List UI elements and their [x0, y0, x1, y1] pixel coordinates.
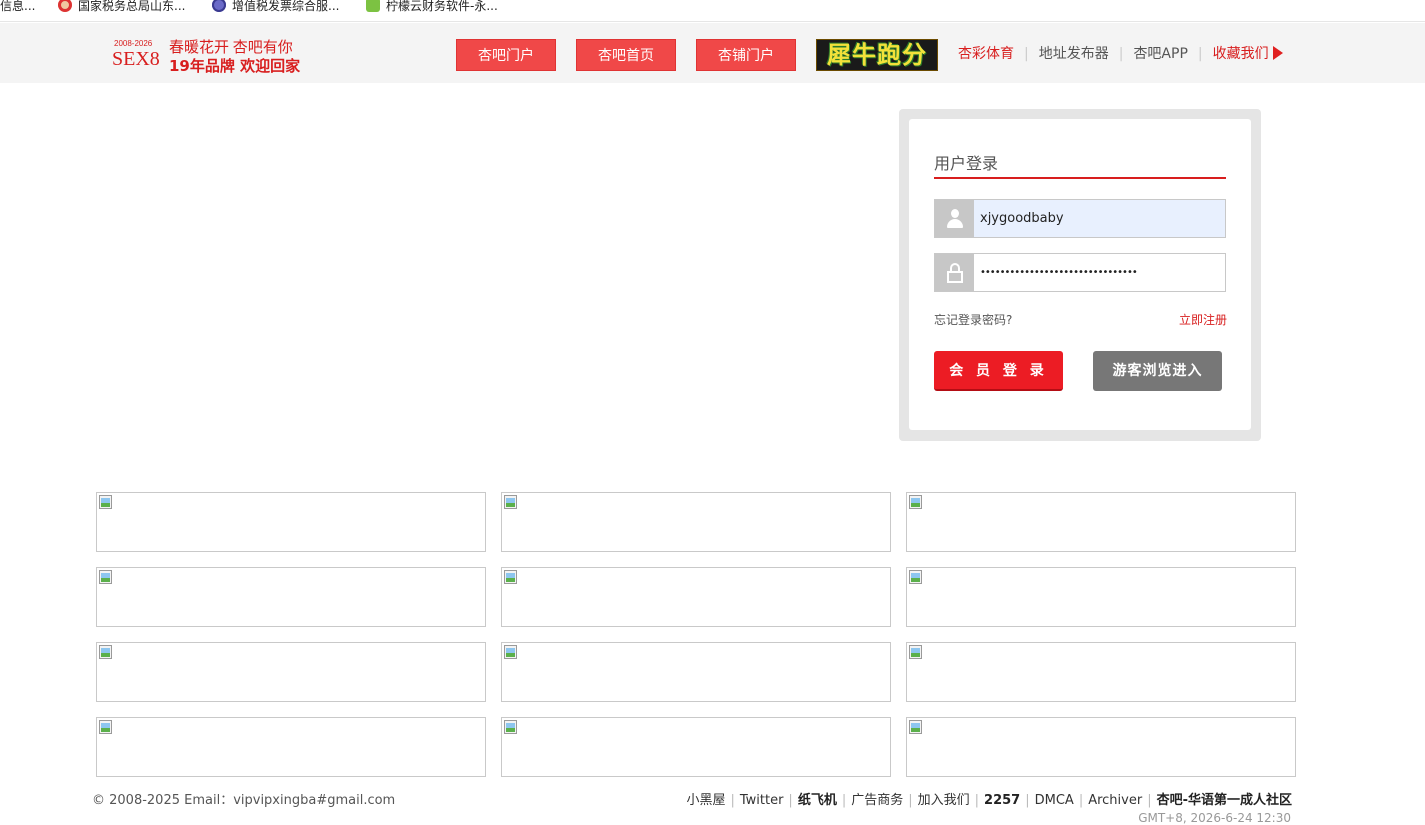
- logo-brand: SEX8: [112, 48, 160, 70]
- broken-image-icon: [503, 644, 519, 660]
- link-address-publisher[interactable]: 地址发布器: [1039, 44, 1109, 64]
- tax-bureau-icon: [58, 0, 72, 12]
- broken-image-icon: [98, 644, 114, 660]
- nav-button-shop-portal[interactable]: 杏铺门户: [696, 39, 796, 71]
- password-mask: ••••••••••••••••••••••••••••••••: [980, 267, 1138, 278]
- guest-browse-button[interactable]: 游客浏览进入: [1093, 351, 1222, 391]
- broken-image-icon: [908, 644, 924, 660]
- footer-time: GMT+8, 2026-6-24 12:30: [1138, 811, 1291, 825]
- bookmark-item[interactable]: 增值税发票综合服...: [212, 0, 339, 20]
- ad-image-slot[interactable]: [96, 642, 486, 702]
- bookmark-item[interactable]: 柠檬云财务软件-永...: [366, 0, 498, 20]
- footer-link[interactable]: 杏吧-华语第一成人社区: [1157, 793, 1292, 808]
- footer-separator: |: [1078, 793, 1084, 808]
- footer-link[interactable]: 2257: [984, 793, 1020, 808]
- footer-link[interactable]: Archiver: [1088, 793, 1142, 808]
- site-logo[interactable]: 2008-2026 SEX8 春暖花开 杏吧有你 19年品牌 欢迎回家: [112, 35, 300, 75]
- password-input[interactable]: ••••••••••••••••••••••••••••••••: [974, 254, 1225, 291]
- ad-image-slot[interactable]: [501, 717, 891, 777]
- footer-separator: |: [908, 793, 913, 808]
- broken-image-icon: [908, 719, 924, 735]
- footer-copyright: © 2008-2025 Email：vipvipxingba#gmail.com: [92, 793, 396, 808]
- bookmark-item[interactable]: 国家税务总局山东...: [58, 0, 185, 20]
- arrow-right-icon: [1272, 46, 1283, 60]
- password-field: ••••••••••••••••••••••••••••••••: [934, 253, 1226, 292]
- logo-slogan-1: 春暖花开 杏吧有你: [169, 40, 293, 56]
- ad-image-slot[interactable]: [906, 642, 1296, 702]
- bookmark-label: 柠檬云财务软件-永...: [386, 0, 498, 13]
- footer-link[interactable]: Twitter: [740, 793, 784, 808]
- login-panel: 用户登录 •••••••••••••••••••••••••••••••• 忘记…: [899, 109, 1261, 441]
- footer-separator: |: [730, 793, 735, 808]
- footer-separator: |: [841, 793, 847, 808]
- footer-separator: |: [974, 793, 980, 808]
- lock-icon-cell: [935, 254, 974, 291]
- bookmark-label: 增值税发票综合服...: [232, 0, 340, 13]
- ad-image-slot[interactable]: [906, 717, 1296, 777]
- footer-link[interactable]: 纸飞机: [798, 793, 837, 808]
- footer-link[interactable]: 广告商务: [851, 793, 903, 808]
- username-input[interactable]: [974, 200, 1225, 237]
- member-login-button[interactable]: 会 员 登 录: [934, 351, 1063, 391]
- footer-links: 小黑屋 | Twitter | 纸飞机 | 广告商务 | 加入我们 | 2257 | DMCA | Arch…: [686, 789, 1292, 808]
- link-separator: |: [1118, 46, 1124, 62]
- forgot-password-link[interactable]: 忘记登录密码?: [934, 311, 1012, 328]
- bookmark-label: 信息...: [0, 0, 36, 13]
- ad-image-slot[interactable]: [501, 492, 891, 552]
- ad-image-slot[interactable]: [501, 642, 891, 702]
- login-title-underline: [934, 177, 1226, 179]
- user-icon: [946, 208, 964, 230]
- bookmark-us-label: 收藏我们: [1212, 46, 1269, 62]
- user-icon-cell: [935, 200, 974, 237]
- bookmarks-bar: 信息... 国家税务总局山东... 增值税发票综合服... 柠檬云财务软件-永.…: [0, 0, 1425, 22]
- bookmark-label: 国家税务总局山东...: [78, 0, 186, 13]
- link-separator: |: [1024, 46, 1029, 62]
- footer-separator: |: [788, 793, 793, 808]
- lemon-cloud-icon: [366, 0, 380, 12]
- broken-image-icon: [98, 719, 114, 735]
- broken-image-icon: [98, 494, 114, 510]
- ad-image-slot[interactable]: [96, 492, 486, 552]
- bookmark-item[interactable]: 信息...: [0, 0, 35, 20]
- login-box: 用户登录 •••••••••••••••••••••••••••••••• 忘记…: [909, 119, 1251, 430]
- header-links: 杏彩体育 | 地址发布器 | 杏吧APP | 收藏我们: [958, 44, 1283, 64]
- broken-image-icon: [908, 494, 924, 510]
- ad-banner[interactable]: 犀牛跑分: [816, 39, 938, 71]
- broken-image-icon: [98, 569, 114, 585]
- ad-image-slot[interactable]: [501, 567, 891, 627]
- username-field: [934, 199, 1226, 238]
- link-app[interactable]: 杏吧APP: [1133, 44, 1187, 64]
- nav-button-home[interactable]: 杏吧首页: [576, 39, 676, 71]
- globe-icon: [212, 0, 226, 12]
- broken-image-icon: [503, 569, 519, 585]
- logo-slogan-2: 19年品牌 欢迎回家: [169, 57, 301, 75]
- logo-years: 2008-2026: [114, 39, 153, 48]
- footer-link[interactable]: 小黑屋: [686, 793, 725, 808]
- site-header: 2008-2026 SEX8 春暖花开 杏吧有你 19年品牌 欢迎回家 杏吧门户…: [0, 23, 1425, 83]
- footer-separator: |: [1025, 793, 1030, 808]
- register-link[interactable]: 立即注册: [1179, 311, 1227, 328]
- ad-image-slot[interactable]: [96, 567, 486, 627]
- link-bookmark-us[interactable]: 收藏我们: [1213, 44, 1283, 64]
- ad-image-slot[interactable]: [906, 567, 1296, 627]
- nav-button-portal[interactable]: 杏吧门户: [456, 39, 556, 71]
- footer-link[interactable]: DMCA: [1035, 793, 1074, 808]
- link-separator: |: [1197, 46, 1203, 62]
- link-sports[interactable]: 杏彩体育: [958, 44, 1014, 64]
- ad-image-slot[interactable]: [96, 717, 486, 777]
- broken-image-icon: [503, 719, 519, 735]
- footer-separator: |: [1147, 793, 1152, 808]
- broken-image-icon: [503, 494, 519, 510]
- ad-image-slot[interactable]: [906, 492, 1296, 552]
- footer-link[interactable]: 加入我们: [918, 793, 970, 808]
- login-title: 用户登录: [934, 154, 999, 173]
- broken-image-icon: [908, 569, 924, 585]
- lock-icon: [947, 262, 963, 284]
